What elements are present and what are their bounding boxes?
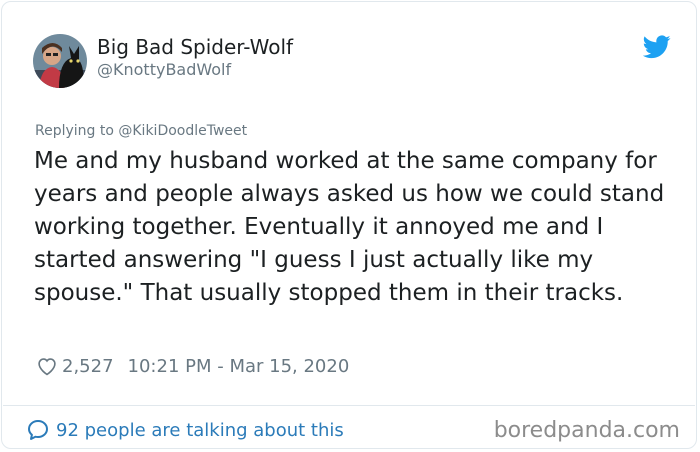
tweet-meta: 2,527 10:21 PM - Mar 15, 2020	[36, 353, 349, 379]
like-count[interactable]: 2,527	[62, 356, 114, 377]
heart-icon[interactable]	[36, 355, 58, 377]
speech-bubble-icon	[26, 418, 50, 442]
conversation-link[interactable]: 92 people are talking about this	[26, 417, 344, 443]
avatar[interactable]	[33, 34, 87, 88]
twitter-bird-icon[interactable]	[642, 35, 671, 59]
user-handle[interactable]: @KnottyBadWolf	[97, 60, 231, 80]
watermark: boredpanda.com	[493, 418, 680, 443]
display-name[interactable]: Big Bad Spider-Wolf	[97, 35, 293, 59]
replying-to-link[interactable]: Replying to @KikiDoodleTweet	[35, 122, 247, 140]
tweet-card: Big Bad Spider-Wolf @KnottyBadWolf Reply…	[1, 1, 697, 449]
tweet-text: Me and my husband worked at the same com…	[34, 148, 665, 306]
divider	[3, 405, 695, 406]
timestamp[interactable]: 10:21 PM - Mar 15, 2020	[128, 356, 350, 377]
conversation-label: 92 people are talking about this	[56, 419, 344, 441]
avatar-image	[33, 34, 87, 88]
